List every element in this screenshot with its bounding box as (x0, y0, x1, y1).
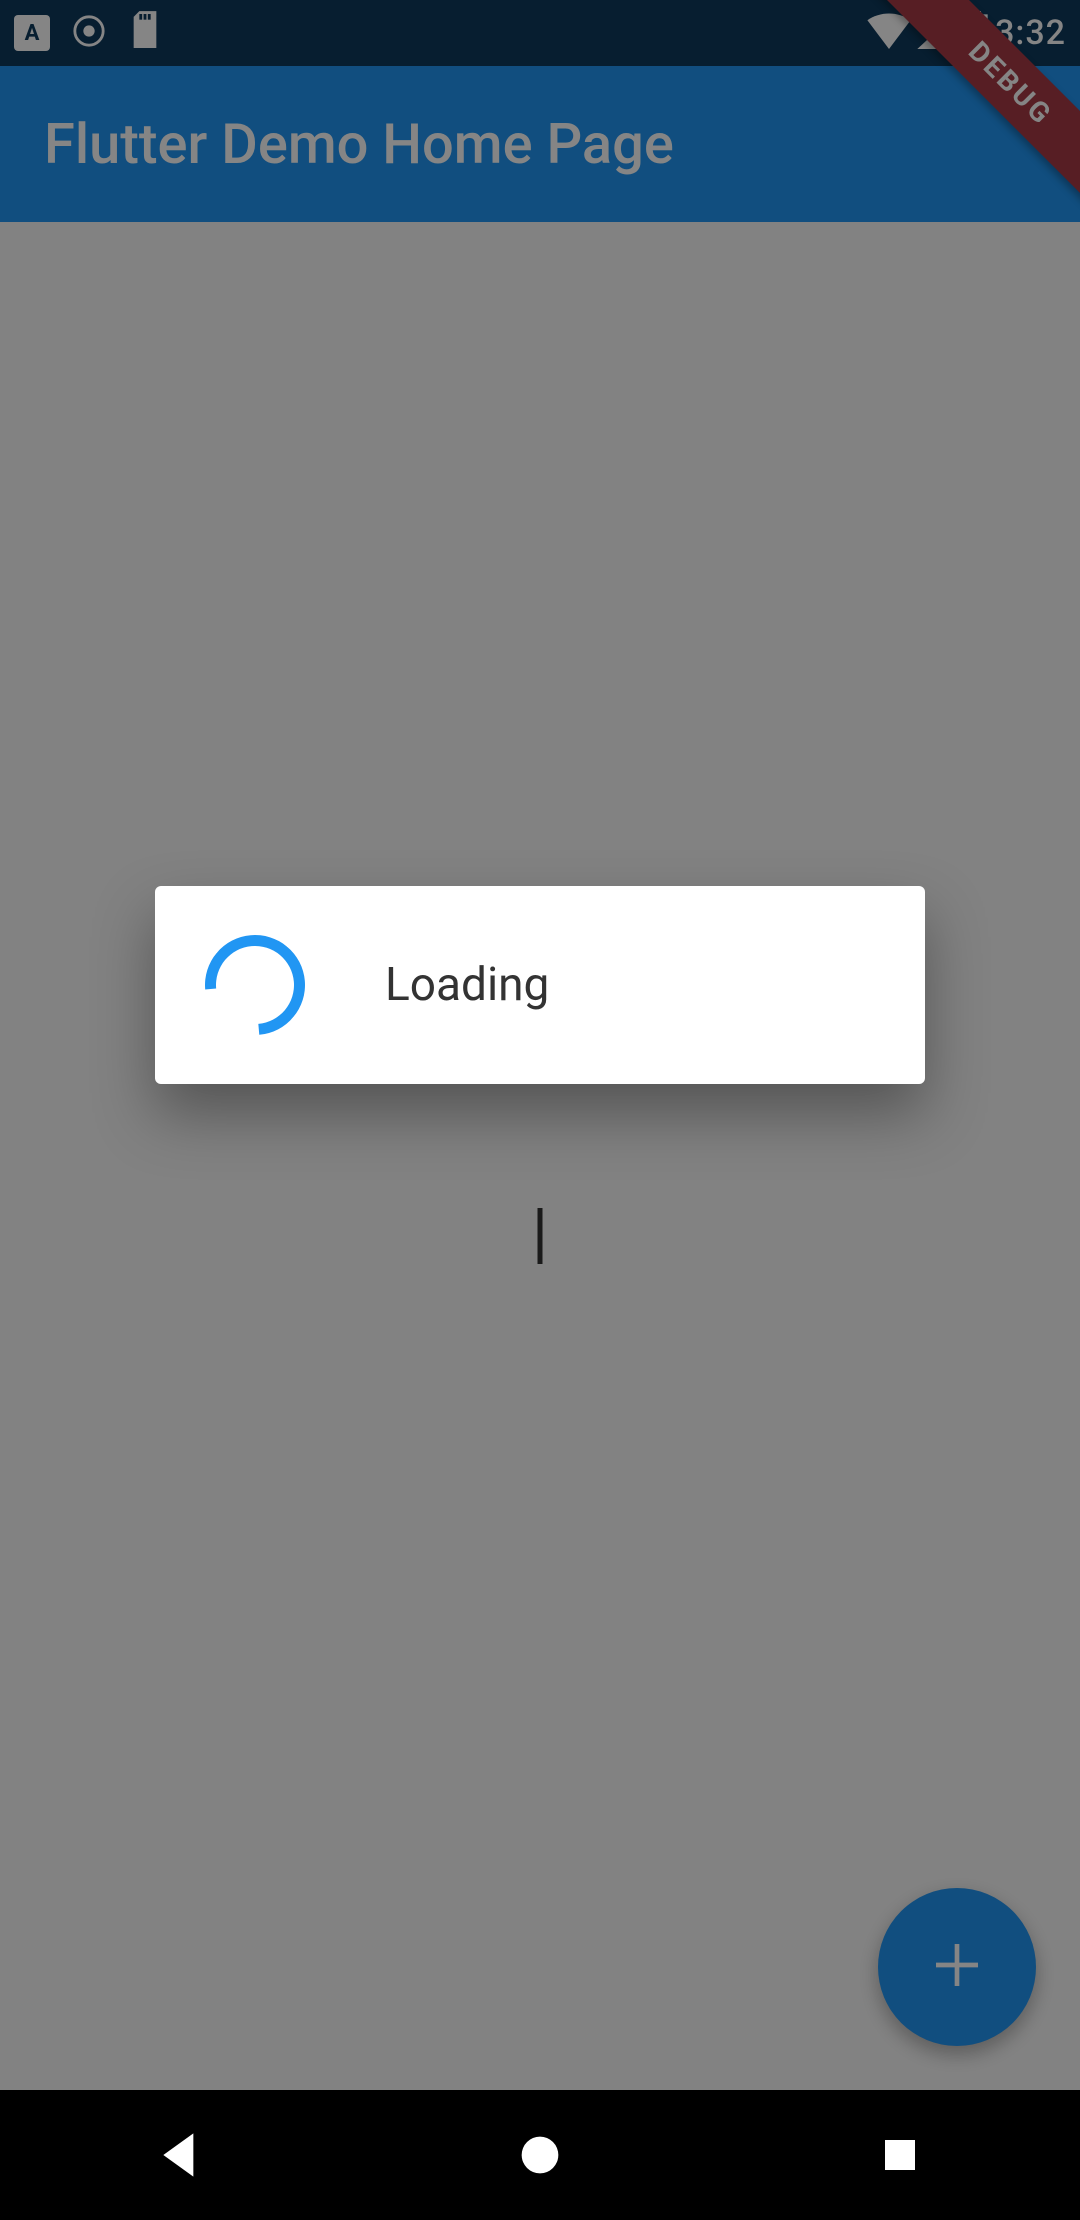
nav-back-button[interactable] (155, 2130, 205, 2180)
loading-dialog: Loading (155, 886, 925, 1084)
navigation-bar (0, 2090, 1080, 2220)
loading-label: Loading (385, 958, 549, 1012)
spinner-icon (185, 915, 326, 1056)
modal-scrim[interactable]: Loading (0, 0, 1080, 2090)
nav-recent-button[interactable] (875, 2130, 925, 2180)
nav-home-button[interactable] (515, 2130, 565, 2180)
